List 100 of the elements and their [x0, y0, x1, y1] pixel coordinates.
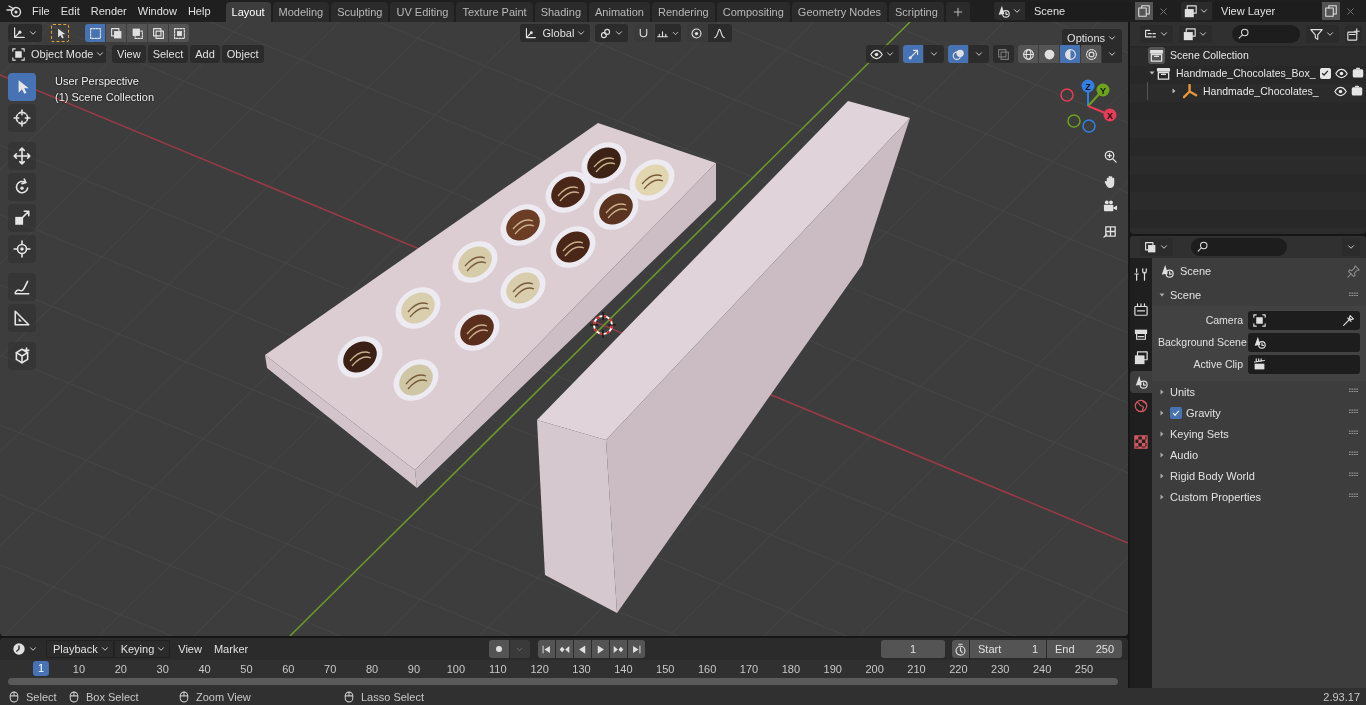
- shading-mode-button[interactable]: [1060, 45, 1080, 63]
- visibility-toggle[interactable]: [1334, 84, 1347, 98]
- copy-button[interactable]: [1322, 2, 1340, 20]
- tool-button[interactable]: [8, 204, 36, 232]
- outliner-item-name[interactable]: Handmade_Chocolates_: [1203, 85, 1319, 97]
- copy-button[interactable]: [1135, 2, 1153, 20]
- panel-checkbox[interactable]: [1170, 406, 1182, 419]
- select-box-tool-button[interactable]: [51, 24, 69, 42]
- visibility-dropdown[interactable]: [866, 45, 899, 63]
- axis-dot[interactable]: [1081, 79, 1095, 93]
- shading-mode-button[interactable]: [1018, 45, 1038, 63]
- axis-dot[interactable]: [1096, 83, 1110, 97]
- view-layer-dropdown[interactable]: [1179, 25, 1212, 43]
- overlays-toggle[interactable]: [948, 45, 968, 63]
- menu-item[interactable]: File: [27, 1, 55, 21]
- selection-mode-button[interactable]: [148, 24, 168, 42]
- menu-item[interactable]: Window: [132, 1, 182, 21]
- workspace-tab[interactable]: Compositing: [716, 2, 790, 22]
- selection-mode-button[interactable]: [85, 24, 105, 42]
- new-collection-button[interactable]: [1345, 25, 1362, 43]
- start-frame-field[interactable]: Start 1: [970, 640, 1046, 658]
- shading-mode-button[interactable]: [1039, 45, 1059, 63]
- workspace-tab[interactable]: UV Editing: [390, 2, 455, 22]
- mode-dropdown[interactable]: Object Mode: [8, 45, 106, 63]
- workspace-tab[interactable]: Modeling: [272, 2, 330, 22]
- playhead-frame-indicator[interactable]: 1: [32, 661, 50, 676]
- play-button[interactable]: [591, 640, 609, 658]
- tool-button[interactable]: [8, 235, 36, 263]
- selection-mode-button[interactable]: [106, 24, 126, 42]
- panel-header[interactable]: Gravity: [1158, 402, 1360, 423]
- play-reverse-button[interactable]: [573, 640, 591, 658]
- jump-to-end-button[interactable]: [627, 640, 645, 658]
- panel-header[interactable]: Units: [1158, 381, 1360, 402]
- transform-orientation-dropdown[interactable]: Global: [519, 24, 590, 42]
- editor-type-button[interactable]: [8, 24, 42, 42]
- workspace-tab[interactable]: Rendering: [651, 2, 715, 22]
- current-frame-field[interactable]: 1: [881, 640, 945, 658]
- selection-mode-button[interactable]: [169, 24, 189, 42]
- menu-item[interactable]: Edit: [55, 1, 85, 21]
- menu-item[interactable]: Add: [190, 45, 220, 63]
- use-preview-range-button[interactable]: [952, 640, 969, 658]
- jump-to-start-button[interactable]: [537, 640, 555, 658]
- tool-button[interactable]: [8, 273, 36, 301]
- shading-mode-button[interactable]: [1081, 45, 1101, 63]
- scene-selector-button[interactable]: [994, 2, 1025, 20]
- menu-item[interactable]: Select: [147, 45, 189, 63]
- menu-item[interactable]: View: [174, 643, 206, 655]
- display-mode-dropdown[interactable]: [1140, 25, 1173, 43]
- data-field[interactable]: [1248, 354, 1360, 374]
- render-toggle[interactable]: [1351, 67, 1364, 79]
- falloff-dropdown[interactable]: [707, 24, 732, 42]
- workspace-tab[interactable]: Geometry Nodes: [791, 2, 887, 22]
- gizmo-toggle[interactable]: [903, 45, 923, 63]
- panel-header[interactable]: Rigid Body World: [1158, 465, 1360, 486]
- workspace-tab[interactable]: Shading: [534, 2, 588, 22]
- snap-target-dropdown[interactable]: [654, 24, 681, 42]
- data-field[interactable]: [1248, 332, 1360, 352]
- workspace-tab[interactable]: Sculpting: [331, 2, 389, 22]
- timeline-scrollbar[interactable]: [8, 678, 1118, 685]
- panel-header[interactable]: Custom Properties: [1158, 486, 1360, 507]
- editor-type-button[interactable]: [1140, 238, 1173, 256]
- pivot-point-dropdown[interactable]: [594, 24, 628, 42]
- data-field[interactable]: [1248, 310, 1360, 330]
- menu-dropdown[interactable]: Keying: [113, 640, 171, 658]
- negative-axis-circle[interactable]: [1060, 88, 1074, 102]
- negative-axis-circle[interactable]: [1082, 119, 1096, 133]
- menu-dropdown[interactable]: Playback: [46, 640, 114, 658]
- workspace-tab[interactable]: Scripting: [889, 2, 944, 22]
- workspace-tab[interactable]: Layout: [225, 2, 271, 22]
- panel-header[interactable]: Audio: [1158, 444, 1360, 465]
- tool-button[interactable]: [8, 304, 36, 332]
- x-ray-toggle[interactable]: [993, 45, 1014, 63]
- menu-item[interactable]: View: [112, 45, 146, 63]
- tool-button[interactable]: [8, 342, 36, 370]
- outliner-item-name[interactable]: Scene Collection: [1170, 49, 1249, 61]
- search-field[interactable]: [1191, 238, 1287, 256]
- navigation-gizmo[interactable]: Z Y X: [1058, 78, 1122, 136]
- tool-button[interactable]: [8, 104, 36, 132]
- axis-dot[interactable]: [1103, 108, 1117, 122]
- search-field[interactable]: [1232, 25, 1300, 43]
- options-dropdown[interactable]: Options: [1062, 29, 1122, 47]
- properties-tab[interactable]: [1130, 371, 1152, 393]
- panel-header[interactable]: Keying Sets: [1158, 423, 1360, 444]
- exclude-checkbox[interactable]: [1319, 67, 1331, 79]
- add-workspace-button[interactable]: [945, 2, 970, 22]
- next-keyframe-button[interactable]: [609, 640, 627, 658]
- visibility-toggle[interactable]: [1334, 66, 1348, 80]
- menu-item[interactable]: Render: [85, 1, 132, 21]
- workspace-tab[interactable]: Texture Paint: [456, 2, 533, 22]
- auto-keying-toggle[interactable]: [488, 640, 509, 658]
- menu-item[interactable]: Marker: [209, 643, 253, 655]
- selection-mode-button[interactable]: [127, 24, 147, 42]
- previous-keyframe-button[interactable]: [555, 640, 573, 658]
- negative-axis-circle[interactable]: [1067, 114, 1081, 128]
- end-frame-field[interactable]: End 250: [1047, 640, 1122, 658]
- view-layer-selector-button[interactable]: [1181, 2, 1212, 20]
- workspace-tab[interactable]: Animation: [589, 2, 650, 22]
- render-toggle[interactable]: [1351, 85, 1363, 97]
- tool-button[interactable]: [8, 142, 36, 170]
- filter-dropdown[interactable]: [1306, 25, 1339, 43]
